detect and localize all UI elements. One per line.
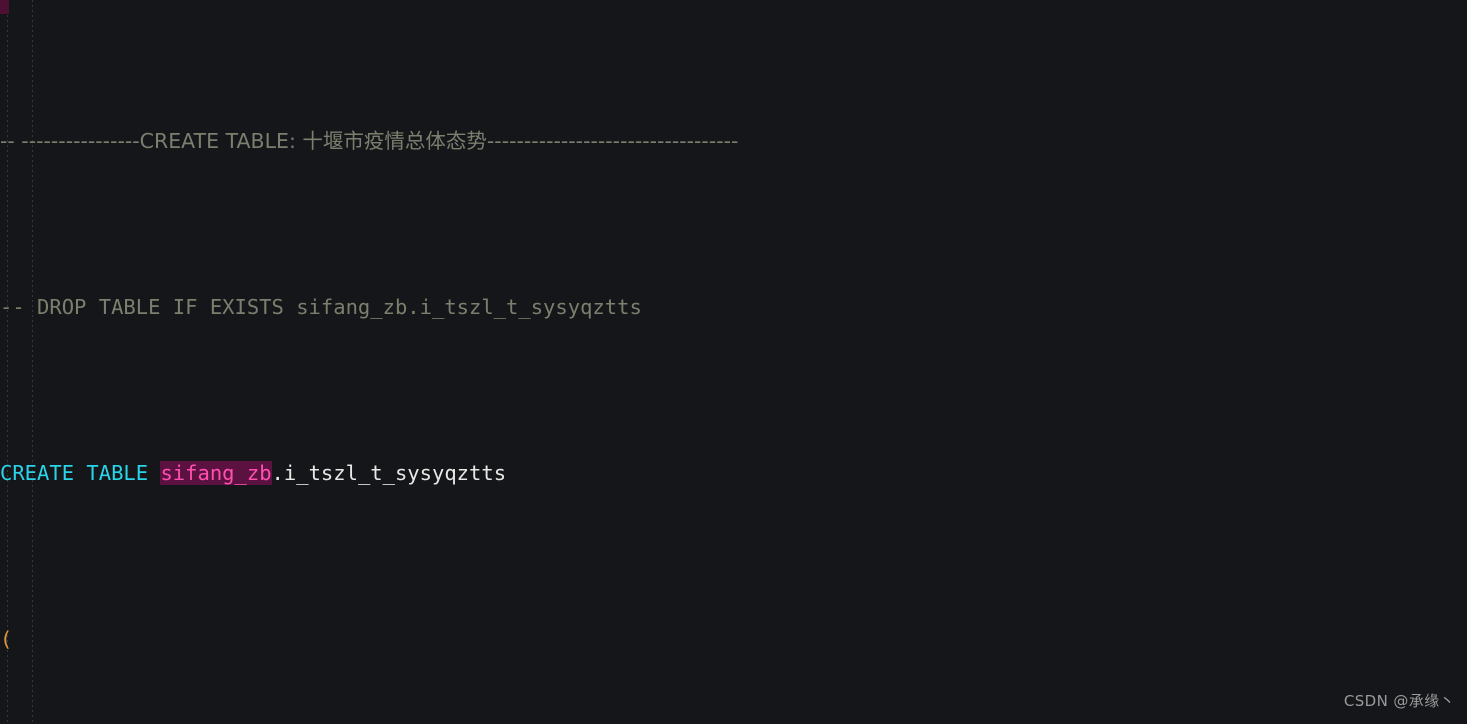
code-content: -- ----------------CREATE TABLE: 十堰市疫情总体… (0, 0, 1467, 724)
code-line-create-table: CREATE TABLE sifang_zb.i_tszl_t_sysyqztt… (0, 457, 1467, 490)
csdn-watermark: CSDN @承缘丶 (1343, 691, 1455, 710)
code-line-banner-comment: -- ----------------CREATE TABLE: 十堰市疫情总体… (0, 125, 1467, 158)
banner-comment-text: -- ----------------CREATE TABLE: 十堰市疫情总体… (0, 128, 739, 153)
table-name-token: i_tszl_t_sysyqztts (283, 460, 507, 485)
code-line-open-paren: ( (0, 623, 1467, 656)
create-table-keyword: CREATE TABLE (0, 460, 149, 485)
sql-code-editor[interactable]: -- ----------------CREATE TABLE: 十堰市疫情总体… (0, 0, 1467, 724)
open-paren-token: ( (0, 626, 13, 651)
dot-separator: . (271, 460, 284, 485)
schema-name-token[interactable]: sifang_zb (160, 460, 272, 485)
code-line-drop-comment: -- DROP TABLE IF EXISTS sifang_zb.i_tszl… (0, 291, 1467, 324)
drop-table-comment-text: -- DROP TABLE IF EXISTS sifang_zb.i_tszl… (0, 294, 642, 319)
